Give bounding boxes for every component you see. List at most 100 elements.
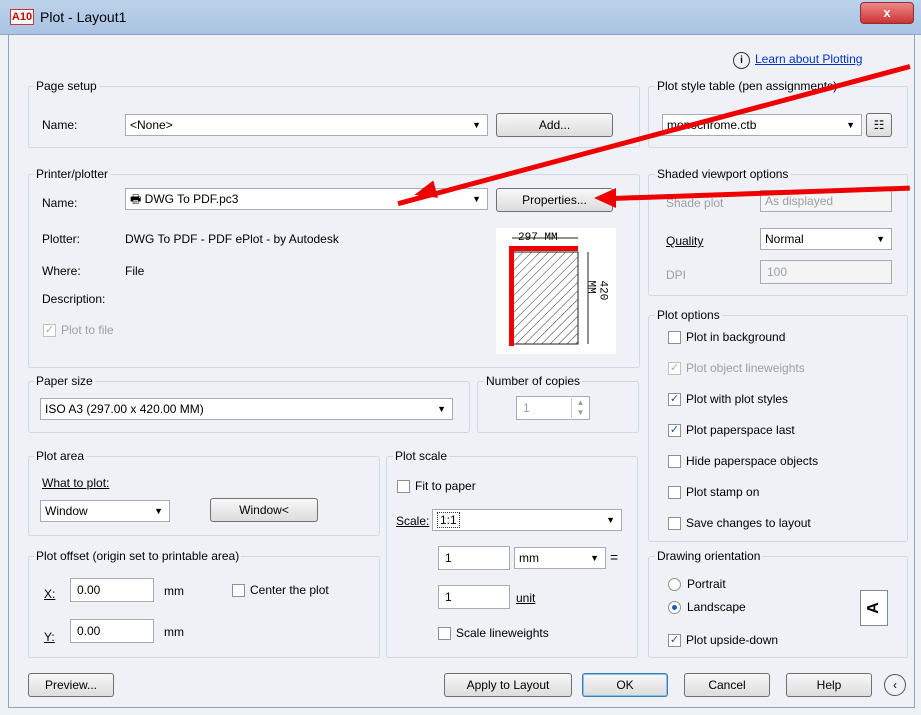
page-setup-value: <None> — [130, 118, 173, 132]
upside-down-label: Plot upside-down — [686, 633, 779, 647]
collapse-button[interactable]: ‹ — [884, 674, 906, 696]
edit-table-icon: ☷ — [873, 118, 885, 132]
scale-num2-input[interactable]: 1 — [438, 585, 510, 609]
scale-num1-value: 1 — [445, 551, 452, 565]
description-label: Description: — [42, 292, 106, 306]
plot-option-checkbox[interactable] — [668, 455, 681, 468]
plot-to-file-label: Plot to file — [61, 323, 114, 337]
where-value: File — [125, 264, 145, 278]
center-plot-checkbox[interactable] — [232, 584, 245, 597]
chevron-down-icon: ▼ — [876, 234, 885, 244]
help-button[interactable]: Help — [786, 673, 872, 697]
plot-dialog: A10 Plot - Layout1 x i Learn about Plott… — [0, 0, 921, 715]
center-plot-label: Center the plot — [250, 583, 329, 597]
plot-to-file-checkbox[interactable]: ✓ — [43, 324, 56, 337]
page-setup-select[interactable]: <None> ▼ — [125, 114, 488, 136]
chevron-down-icon: ▼ — [846, 120, 855, 130]
plot-option-label: Plot stamp on — [686, 485, 760, 499]
quality-label: Quality — [666, 234, 704, 248]
scale-num2-value: 1 — [445, 590, 452, 604]
paper-size-value: ISO A3 (297.00 x 420.00 MM) — [45, 402, 204, 416]
scale-num1-input[interactable]: 1 — [438, 546, 510, 570]
info-icon: i — [733, 52, 750, 69]
orientation-title: Drawing orientation — [655, 549, 763, 563]
chevron-left-icon: ‹ — [893, 678, 897, 692]
plot-area-group — [28, 456, 380, 536]
chevron-down-icon: ▼ — [606, 515, 615, 525]
x-offset-value: 0.00 — [77, 583, 101, 597]
portrait-label: Portrait — [687, 577, 726, 591]
window-title: Plot - Layout1 — [40, 9, 127, 25]
quality-value: Normal — [765, 232, 804, 246]
paper-preview: 297 MM 420 MM — [496, 228, 616, 354]
plot-option-checkbox[interactable] — [668, 331, 681, 344]
plot-option-checkbox[interactable]: ✓ — [668, 393, 681, 406]
plot-option-checkbox[interactable] — [668, 517, 681, 530]
scale-unit-select[interactable]: mm ▼ — [514, 547, 606, 569]
copies-title: Number of copies — [484, 374, 583, 388]
x-offset-input[interactable]: 0.00 — [70, 578, 154, 602]
upside-down-checkbox[interactable]: ✓ — [668, 634, 681, 647]
copies-spinner[interactable]: ▲ ▼ — [571, 398, 589, 418]
y-label: Y: — [44, 630, 55, 644]
chevron-down-icon: ▼ — [154, 506, 163, 516]
plot-option-checkbox[interactable]: ✓ — [668, 424, 681, 437]
add-button[interactable]: Add... — [496, 113, 613, 137]
ok-button[interactable]: OK — [582, 673, 668, 697]
scale-lineweights-label: Scale lineweights — [456, 626, 549, 640]
landscape-radio[interactable] — [668, 601, 681, 614]
y-offset-input[interactable]: 0.00 — [70, 619, 154, 643]
paper-height-dim: 420 MM — [584, 280, 609, 301]
quality-select[interactable]: Normal ▼ — [760, 228, 892, 250]
fit-to-paper-checkbox[interactable] — [397, 480, 410, 493]
fit-to-paper-label: Fit to paper — [415, 479, 476, 493]
shade-plot-value: As displayed — [765, 194, 834, 208]
plot-option-label: Plot object lineweights — [686, 361, 805, 375]
paper-size-select[interactable]: ISO A3 (297.00 x 420.00 MM) ▼ — [40, 398, 453, 420]
dpi-label: DPI — [666, 268, 687, 282]
dpi-value: 100 — [767, 265, 788, 279]
plot-option-checkbox[interactable]: ✓ — [668, 362, 681, 375]
unit-label: unit — [516, 591, 536, 605]
plot-option-label: Save changes to layout — [686, 516, 811, 530]
plot-option-label: Plot with plot styles — [686, 392, 789, 406]
scale-unit-value: mm — [519, 551, 539, 565]
page-setup-name-label: Name: — [42, 118, 78, 132]
preview-button[interactable]: Preview... — [28, 673, 114, 697]
window-button[interactable]: Window< — [210, 498, 318, 522]
x-label: X: — [44, 587, 56, 601]
chevron-down-icon: ▼ — [437, 404, 446, 414]
printer-value: DWG To PDF.pc3 — [144, 192, 239, 206]
title-bar: A10 Plot - Layout1 x — [0, 0, 921, 35]
scale-label: Scale: — [396, 514, 430, 528]
printer-icon: 🖶 — [130, 192, 145, 206]
paper-width-dim: 297 MM — [518, 232, 558, 244]
learn-plotting-link[interactable]: Learn about Plotting — [755, 52, 862, 66]
y-unit: mm — [164, 625, 184, 639]
scale-select[interactable]: 1:1 ▼ — [432, 509, 622, 531]
where-label: Where: — [42, 264, 81, 278]
chevron-down-icon: ▼ — [472, 194, 481, 204]
landscape-label: Landscape — [687, 600, 746, 614]
scale-lineweights-checkbox[interactable] — [438, 627, 451, 640]
dpi-input[interactable]: 100 — [760, 260, 892, 284]
app-logo: A10 — [10, 9, 34, 25]
plot-style-edit-button[interactable]: ☷ — [866, 113, 892, 137]
cancel-button[interactable]: Cancel — [684, 673, 770, 697]
plot-area-title: Plot area — [34, 449, 87, 463]
portrait-radio[interactable] — [668, 578, 681, 591]
what-to-plot-select[interactable]: Window ▼ — [40, 500, 170, 522]
scale-value: 1:1 — [437, 512, 460, 528]
printer-title: Printer/plotter — [34, 167, 111, 181]
paper-size-title: Paper size — [34, 374, 95, 388]
plotter-label: Plotter: — [42, 232, 81, 246]
equals-sign: = — [610, 549, 619, 565]
copies-value: 1 — [523, 401, 530, 415]
chevron-down-icon: ▼ — [472, 120, 481, 130]
what-to-plot-value: Window — [45, 504, 88, 518]
close-button[interactable]: x — [860, 2, 914, 24]
annotation-arrowhead-properties — [594, 188, 616, 208]
plot-scale-title: Plot scale — [393, 449, 450, 463]
plot-option-checkbox[interactable] — [668, 486, 681, 499]
apply-to-layout-button[interactable]: Apply to Layout — [444, 673, 572, 697]
